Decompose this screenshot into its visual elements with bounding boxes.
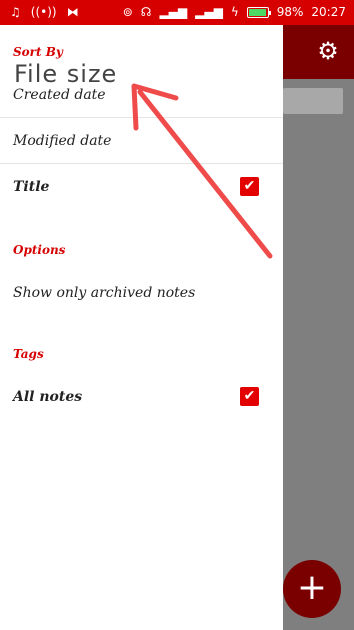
- notification-icon: ⧓: [66, 5, 79, 19]
- headphones-icon: ☊: [140, 5, 152, 19]
- battery-percent: 98%: [276, 5, 304, 19]
- annotation-label: File size: [14, 60, 118, 88]
- divider: [0, 117, 283, 118]
- sort-drawer: Sort By Created date Modified date Title…: [0, 25, 283, 630]
- music-icon: ♫: [10, 5, 21, 19]
- signal-icon: ▂▄▆: [159, 5, 188, 19]
- radio-icon: ((•)): [30, 5, 57, 19]
- gear-icon[interactable]: ⚙: [314, 37, 342, 65]
- sort-item-title[interactable]: Title ✔: [0, 165, 283, 211]
- divider: [0, 163, 283, 164]
- checkbox-checked-icon[interactable]: ✔: [240, 177, 259, 196]
- search-field-background: [283, 88, 343, 114]
- option-item-label: Show only archived notes: [13, 285, 196, 301]
- clock: 20:27: [311, 5, 346, 19]
- tag-item-label: All notes: [13, 389, 83, 405]
- app-toolbar: ⚙: [283, 25, 354, 79]
- tag-item-all-notes[interactable]: All notes ✔: [0, 375, 283, 421]
- checkbox-checked-icon[interactable]: ✔: [240, 387, 259, 406]
- options-header: Options: [13, 243, 66, 257]
- sort-item-label: Title: [13, 179, 50, 195]
- battery-icon: [246, 6, 271, 18]
- tags-header: Tags: [13, 347, 44, 361]
- sort-item-label: Created date: [13, 87, 106, 103]
- hotspot-icon: ⊚: [122, 5, 133, 19]
- add-note-button[interactable]: +: [283, 560, 341, 618]
- sort-item-label: Modified date: [13, 133, 112, 149]
- status-bar: ♫ ((•)) ⧓ ⊚ ☊ ▂▄▆ ▂▄▆ ϟ 98% 20:27: [0, 0, 354, 25]
- option-item-archived[interactable]: Show only archived notes: [0, 271, 283, 317]
- charging-icon: ϟ: [230, 5, 239, 19]
- signal-icon: ▂▄▆: [195, 5, 223, 19]
- sort-by-header: Sort By: [13, 45, 63, 59]
- sort-item-modified-date[interactable]: Modified date: [0, 119, 283, 165]
